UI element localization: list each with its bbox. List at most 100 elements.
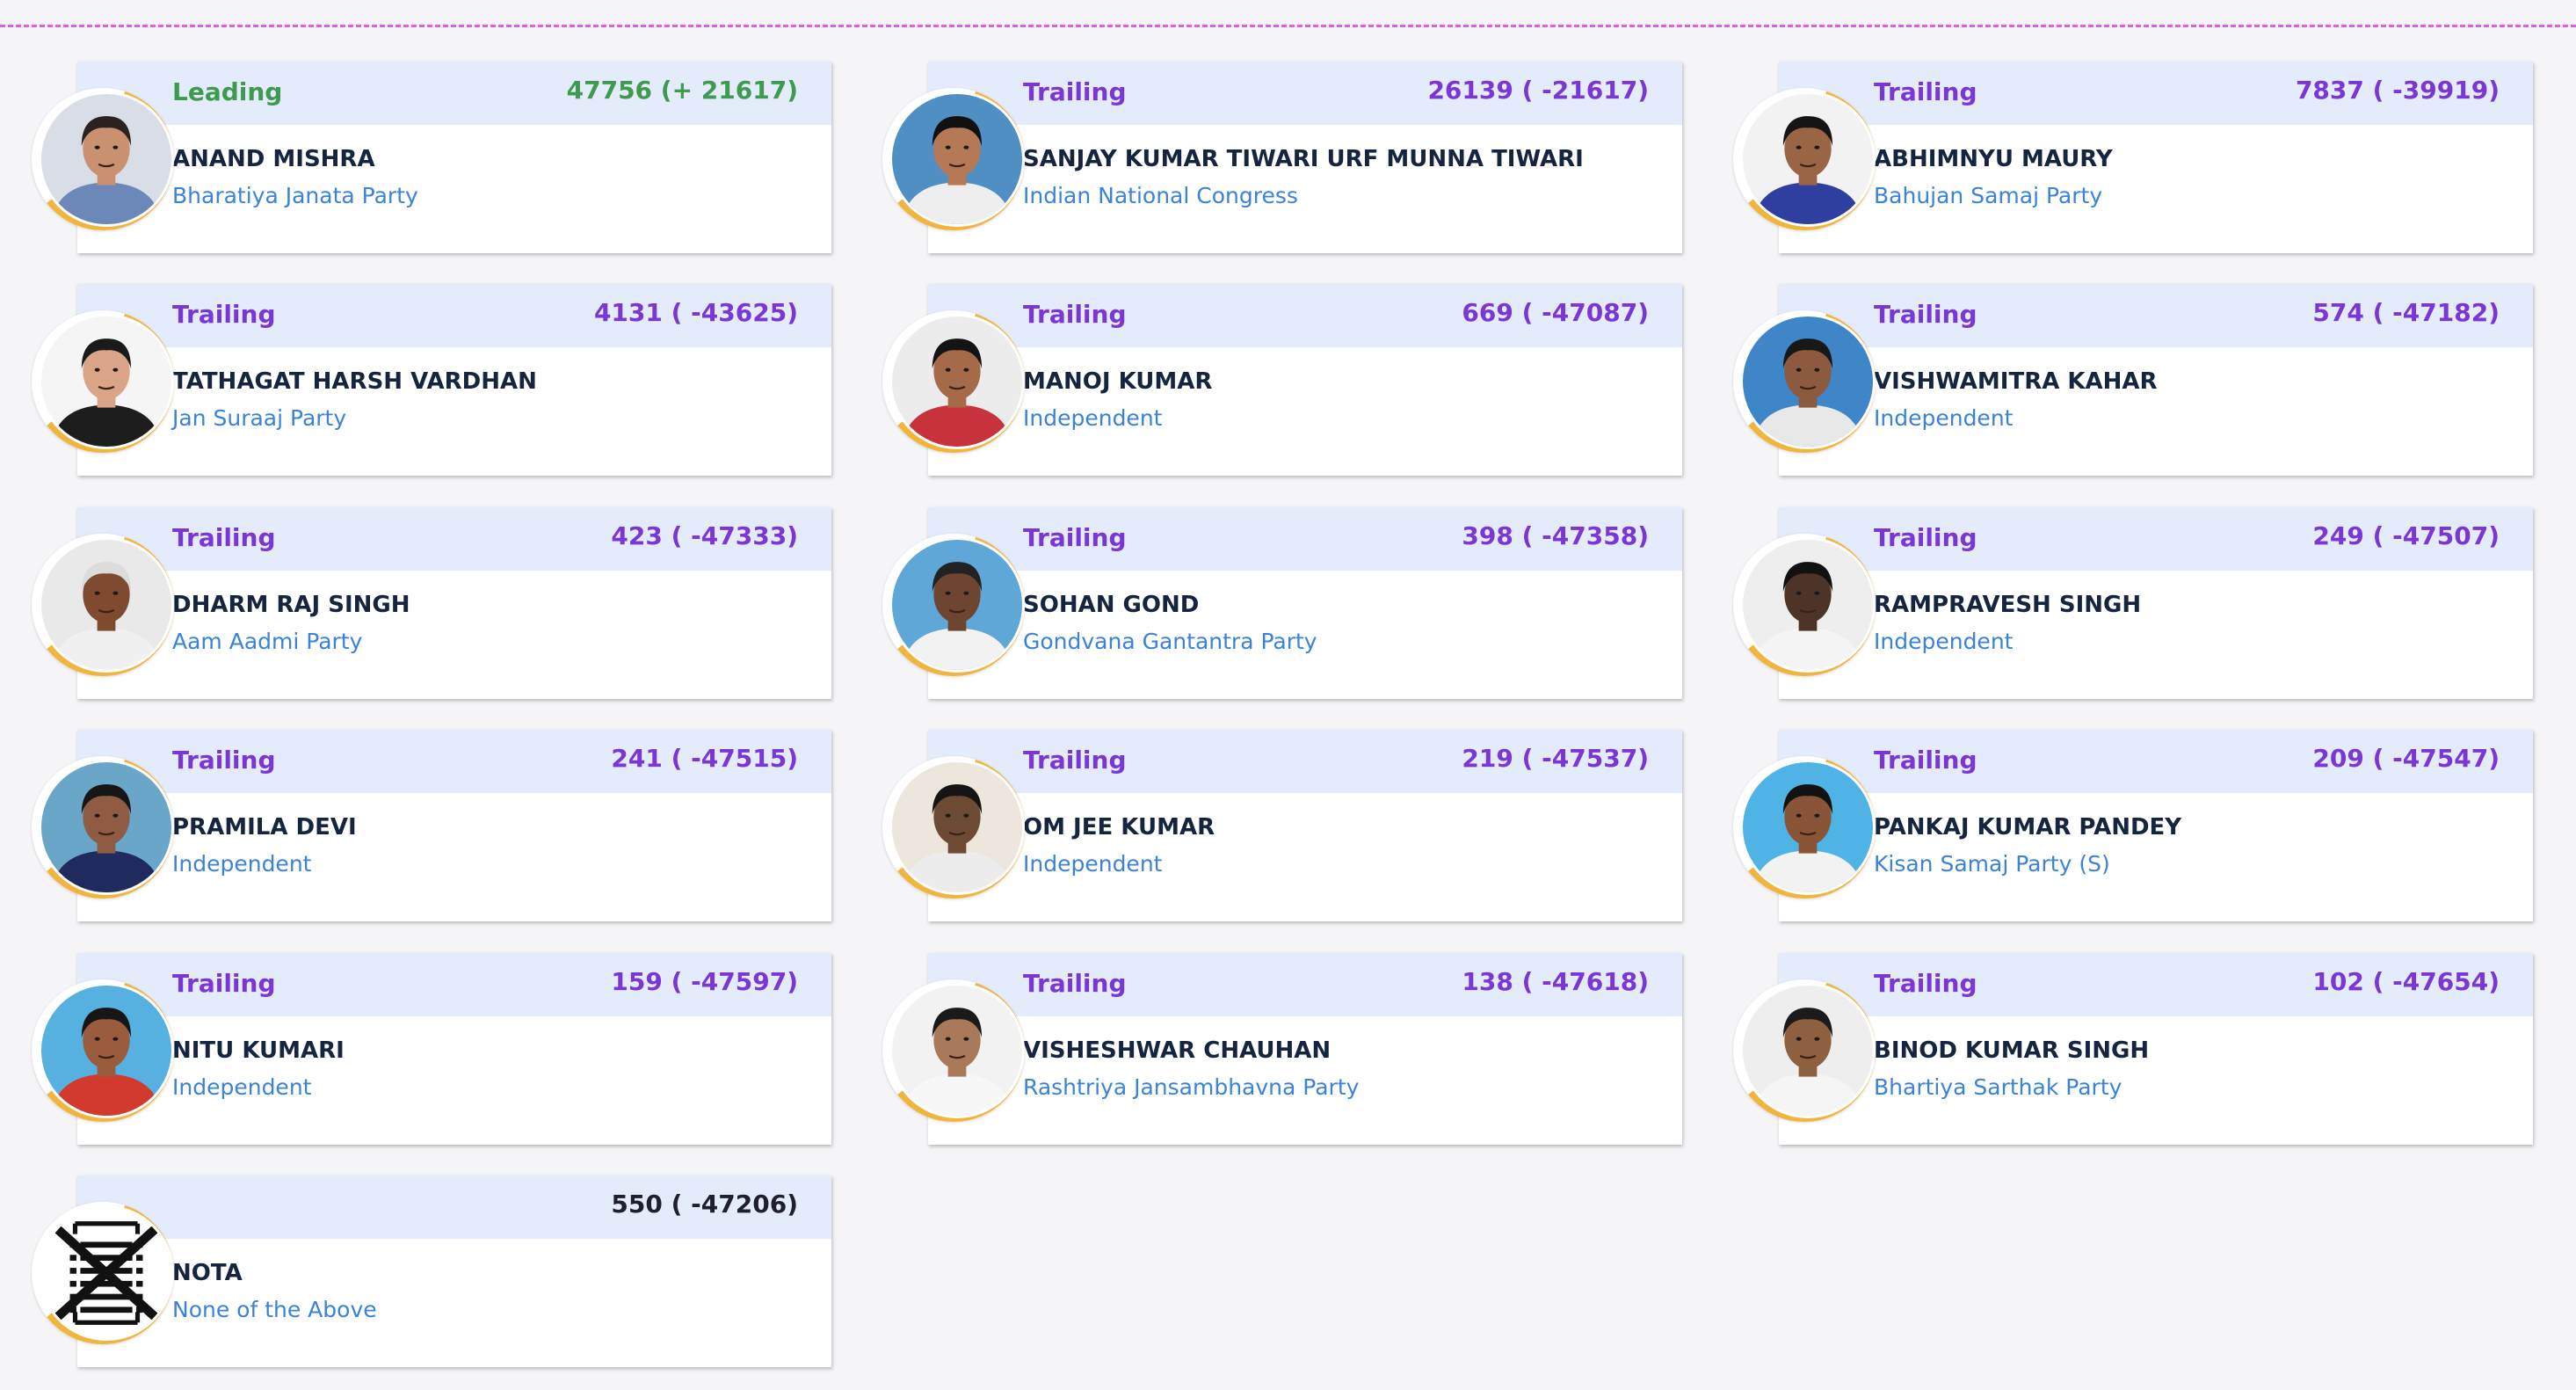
candidate-name[interactable]: NOTA [172,1260,243,1286]
candidate-name[interactable]: MANOJ KUMAR [1023,368,1212,395]
candidate-photo [892,540,1022,670]
vote-count: 7837 ( -39919) [2295,76,2500,105]
candidate-photo [892,94,1022,224]
candidate-name[interactable]: TATHAGAT HARSH VARDHAN [172,368,537,395]
candidate-status: Trailing [172,969,276,998]
candidate-name[interactable]: VISHWAMITRA KAHAR [1874,368,2158,395]
party-name[interactable]: Independent [1023,405,1162,431]
card-header: Trailing 138 ( -47618) [928,953,1682,1016]
candidate-card[interactable]: Trailing 209 ( -47547) PANKAJ KUMAR PANDEY… [1719,730,2551,923]
candidate-card[interactable]: Trailing 423 ( -47333) DHARM RAJ SINGH Aam … [18,507,849,701]
party-name[interactable]: Independent [1874,629,2013,654]
party-name[interactable]: Rashtriya Jansambhavna Party [1023,1074,1359,1100]
candidate-status: Leading [172,77,283,106]
party-name[interactable]: Independent [172,851,311,877]
party-name[interactable]: Independent [172,1074,311,1100]
card-body: Trailing 4131 ( -43625) TATHAGAT HARSH VAR… [77,284,831,476]
card-body: Trailing 159 ( -47597) NITU KUMARI Independ… [77,953,831,1145]
card-header: Trailing 669 ( -47087) [928,284,1682,347]
candidate-status: Trailing [1023,523,1127,552]
candidate-card[interactable]: Trailing 669 ( -47087) MANOJ KUMAR Independ… [868,284,1700,477]
candidate-photo [41,540,171,670]
avatar-ring [32,88,174,230]
candidate-status: Trailing [1874,746,1977,775]
card-body: Trailing 102 ( -47654) BINOD KUMAR SINGH Bh… [1779,953,2533,1145]
candidate-card[interactable]: Trailing 241 ( -47515) PRAMILA DEVI Indepen… [18,730,849,923]
card-body: Trailing 241 ( -47515) PRAMILA DEVI Indepen… [77,730,831,921]
party-name[interactable]: Bhartiya Sarthak Party [1874,1074,2122,1100]
candidate-card[interactable]: Trailing 398 ( -47358) SOHAN GOND Gondvana … [868,507,1700,701]
vote-count: 398 ( -47358) [1462,521,1649,550]
party-name[interactable]: Gondvana Gantantra Party [1023,629,1317,654]
vote-count: 249 ( -47507) [2312,521,2500,550]
party-name[interactable]: Indian National Congress [1023,183,1298,208]
candidate-avatar [1743,540,1873,670]
vote-count: 550 ( -47206) [611,1190,798,1219]
candidate-name[interactable]: BINOD KUMAR SINGH [1874,1037,2149,1064]
candidate-card[interactable]: Trailing 219 ( -47537) OM JEE KUMAR Indepen… [868,730,1700,923]
candidate-card[interactable]: Trailing 574 ( -47182) VISHWAMITRA KAHAR In… [1719,284,2551,477]
candidate-name[interactable]: DHARM RAJ SINGH [172,592,410,618]
candidate-status: Trailing [1874,300,1977,329]
party-name[interactable]: Independent [1874,405,2013,431]
avatar-ring [32,979,174,1122]
candidate-card[interactable]: Trailing 138 ( -47618) VISHESHWAR CHAUHAN R… [868,953,1700,1146]
candidate-name[interactable]: ABHIMNYU MAURY [1874,146,2113,172]
candidate-card[interactable]: Trailing 26139 ( -21617) SANJAY KUMAR TIWA… [868,62,1700,255]
avatar-ring [32,310,174,453]
card-header: Trailing 209 ( -47547) [1779,730,2533,793]
party-name[interactable]: None of the Above [172,1297,377,1322]
party-name[interactable]: Kisan Samaj Party (S) [1874,851,2110,877]
candidate-card[interactable]: Trailing 249 ( -47507) RAMPRAVESH SINGH Ind… [1719,507,2551,701]
candidate-name[interactable]: SANJAY KUMAR TIWARI URF MUNNA TIWARI [1023,146,1584,172]
vote-count: 669 ( -47087) [1462,298,1649,327]
candidate-name[interactable]: PRAMILA DEVI [172,814,357,841]
card-header: Trailing 4131 ( -43625) [77,284,831,347]
candidate-name[interactable]: OM JEE KUMAR [1023,814,1215,841]
avatar-ring [882,756,1025,899]
vote-count: 159 ( -47597) [611,967,798,996]
candidate-card[interactable]: Trailing 7837 ( -39919) ABHIMNYU MAURY Bahu… [1719,62,2551,255]
party-name[interactable]: Independent [1023,851,1162,877]
candidate-name[interactable]: RAMPRAVESH SINGH [1874,592,2141,618]
card-header: Trailing 241 ( -47515) [77,730,831,793]
card-header: Trailing 159 ( -47597) [77,953,831,1016]
candidate-card[interactable]: Trailing 159 ( -47597) NITU KUMARI Independ… [18,953,849,1146]
candidate-status: Trailing [1874,523,1977,552]
candidate-avatar [892,540,1022,670]
avatar-ring [1733,756,1876,899]
candidate-name[interactable]: VISHESHWAR CHAUHAN [1023,1037,1331,1064]
candidate-name[interactable]: NITU KUMARI [172,1037,345,1064]
card-header: Trailing 7837 ( -39919) [1779,62,2533,125]
candidate-photo [41,762,171,892]
card-body: Trailing 249 ( -47507) RAMPRAVESH SINGH Ind… [1779,507,2533,699]
card-header: Trailing 102 ( -47654) [1779,953,2533,1016]
party-name[interactable]: Bharatiya Janata Party [172,183,418,208]
card-body: Trailing 138 ( -47618) VISHESHWAR CHAUHAN R… [928,953,1682,1145]
candidate-card[interactable]: Trailing 4131 ( -43625) TATHAGAT HARSH VAR… [18,284,849,477]
vote-count: 209 ( -47547) [2312,744,2500,773]
card-header: 550 ( -47206) [77,1175,831,1239]
candidate-photo [1743,762,1873,892]
candidate-card[interactable]: Leading 47756 (+ 21617) ANAND MISHRA Bharat… [18,62,849,255]
card-body: 550 ( -47206) NOTA None of the Above [77,1175,831,1367]
candidate-avatar [41,317,171,447]
candidate-avatar [892,986,1022,1116]
card-body: Trailing 26139 ( -21617) SANJAY KUMAR TIWA… [928,62,1682,253]
candidate-avatar [1743,94,1873,224]
candidate-status: Trailing [1874,969,1977,998]
card-header: Trailing 26139 ( -21617) [928,62,1682,125]
party-name[interactable]: Jan Suraaj Party [172,405,346,431]
candidate-status: Trailing [1874,77,1977,106]
vote-count: 138 ( -47618) [1462,967,1649,996]
candidate-card[interactable]: Trailing 102 ( -47654) BINOD KUMAR SINGH Bh… [1719,953,2551,1146]
candidate-name[interactable]: SOHAN GOND [1023,592,1199,618]
avatar-ring [1733,310,1876,453]
party-name[interactable]: Aam Aadmi Party [172,629,362,654]
avatar-ring [882,979,1025,1122]
candidate-card[interactable]: 550 ( -47206) NOTA None of the Above [18,1175,849,1369]
candidate-name[interactable]: ANAND MISHRA [172,146,375,172]
party-name[interactable]: Bahujan Samaj Party [1874,183,2102,208]
candidate-name[interactable]: PANKAJ KUMAR PANDEY [1874,814,2181,841]
candidate-status: Trailing [172,300,276,329]
